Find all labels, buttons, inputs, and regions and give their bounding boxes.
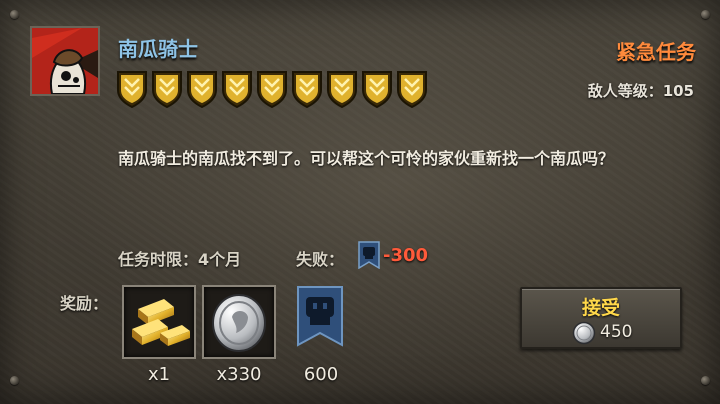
reward-slot[interactable] [296,285,344,359]
reward-quantity: x330 [216,364,262,385]
fail-label: 失败： [296,250,345,269]
time-limit: 任务时限：4个月 [118,250,242,269]
difficulty-badge-icon [362,71,392,108]
quest-description: 南瓜骑士的南瓜找不到了。可以帮这个可怜的家伙重新找一个南瓜吗？ [118,149,615,168]
enemy-level: 敌人等级：105 [587,82,694,100]
pumpkin-knight-icon [32,28,98,94]
accept-button[interactable]: 接受 450 [520,287,682,349]
difficulty-badge-icon [152,71,182,108]
reward-slot[interactable] [202,285,276,359]
reward-slot[interactable] [122,285,196,359]
silver-coin-icon [572,321,596,345]
rivet-icon [701,376,710,385]
reward-quantity: x1 [147,364,171,385]
difficulty-badge-icon [292,71,322,108]
quest-title: 南瓜骑士 [118,37,198,61]
faction-banner-icon [297,286,343,347]
reward-label: 奖励： [60,294,109,313]
rivet-icon [10,10,19,19]
difficulty-badge-icon [117,71,147,108]
accept-cost: 450 [600,322,633,342]
faction-banner-icon [358,241,380,269]
quest-portrait [30,26,100,96]
rivet-icon [701,10,710,19]
reward-quantity: 600 [303,364,339,385]
accept-button-label: 接受 [581,297,620,319]
difficulty-badge-icon [222,71,252,108]
difficulty-badge-icon [327,71,357,108]
fail-penalty: -300 [383,245,429,266]
difficulty-badges [116,70,428,108]
difficulty-badge-icon [257,71,287,108]
silver-coin-icon [212,294,266,352]
difficulty-badge-icon [397,71,427,108]
rivet-icon [10,376,19,385]
difficulty-badge-icon [187,71,217,108]
urgent-quest-tag: 紧急任务 [616,40,696,64]
gold-bars-icon [132,299,190,346]
